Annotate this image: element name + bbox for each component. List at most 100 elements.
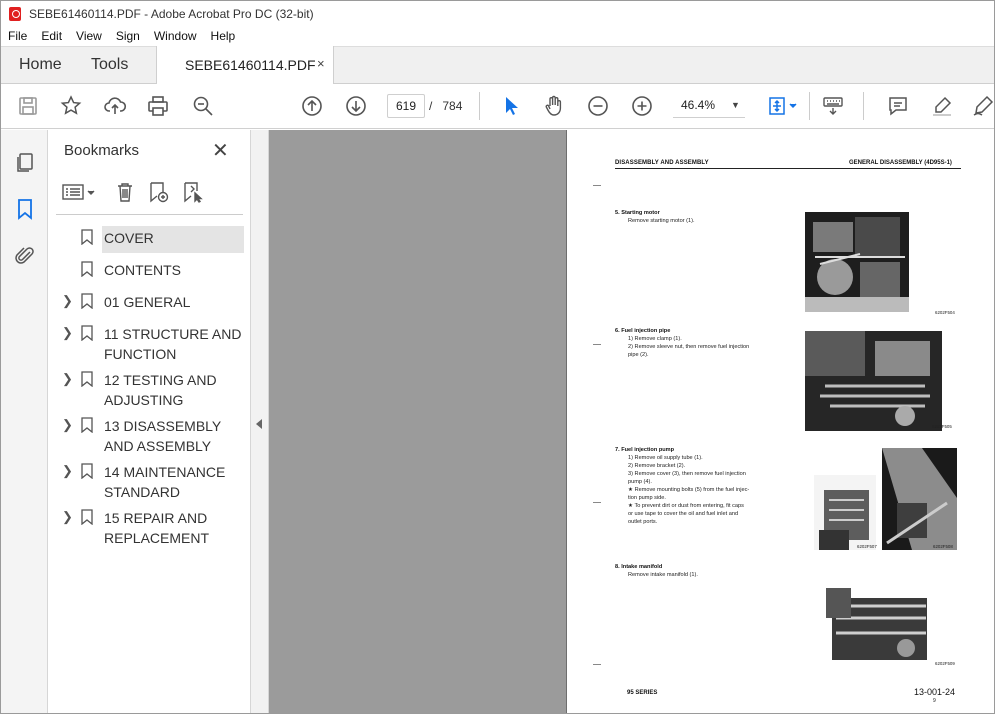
page-fit-icon[interactable] (766, 94, 802, 118)
bookmark-label: 12 TESTING AND ADJUSTING (104, 372, 217, 408)
zoom-out-icon[interactable] (586, 94, 610, 118)
step-text: Remove starting motor (1). (628, 218, 695, 224)
bookmarks-panel: Bookmarks ✕ COVER CONTENTS ❯ 01 GENERAL … (48, 130, 251, 713)
step-text: 1) Remove oil supply tube (1). (628, 455, 703, 461)
upload-share-icon[interactable] (103, 94, 127, 118)
sign-draw-icon[interactable] (971, 94, 994, 118)
page-header-right: GENERAL DISASSEMBLY (4D95S-1) (849, 160, 952, 166)
step-text: Remove intake manifold (1). (628, 572, 698, 578)
panel-collapse-handle[interactable] (251, 130, 269, 713)
step-title: 7. Fuel injection pump (615, 447, 675, 453)
bookmark-from-selection-icon[interactable] (181, 180, 205, 204)
bookmark-icon (81, 261, 93, 277)
bookmark-star-icon[interactable] (59, 94, 83, 118)
chevron-right-icon[interactable]: ❯ (62, 371, 73, 387)
margin-mark (593, 664, 601, 665)
bookmark-label: 15 REPAIR AND REPLACEMENT (104, 510, 210, 546)
window-title: SEBE61460114.PDF - Adobe Acrobat Pro DC … (29, 6, 314, 21)
photo-code: 6202F504 (935, 310, 955, 315)
chevron-right-icon[interactable]: ❯ (62, 325, 73, 341)
chevron-right-icon[interactable]: ❯ (62, 417, 73, 433)
step-text: 1) Remove clamp (1). (628, 336, 682, 342)
total-pages: 784 (442, 99, 463, 113)
menu-bar: File Edit View Sign Window Help (1, 26, 994, 46)
header-rule (615, 168, 961, 169)
chevron-right-icon[interactable]: ❯ (62, 509, 73, 525)
chevron-right-icon[interactable]: ❯ (62, 293, 73, 309)
zoom-in-icon[interactable] (630, 94, 654, 118)
search-zoom-icon[interactable] (191, 94, 215, 118)
page-footer-sub: 9 (933, 698, 936, 704)
page-footer-series: 95 SERIES (627, 690, 658, 696)
new-bookmark-icon[interactable] (147, 180, 171, 204)
previous-page-icon[interactable] (300, 94, 324, 118)
photo-starting-motor (805, 212, 909, 312)
page-footer-number: 13-001-24 (914, 687, 956, 697)
photo-intake-manifold (826, 578, 934, 668)
close-panel-icon[interactable]: ✕ (212, 138, 229, 163)
photo-code: 6202F508 (933, 544, 953, 549)
menu-sign[interactable]: Sign (109, 29, 147, 43)
menu-file[interactable]: File (1, 29, 34, 43)
toolbar-divider (863, 92, 864, 120)
save-icon[interactable] (16, 94, 40, 118)
page-thumbnails-icon[interactable] (13, 151, 37, 175)
bookmarks-toolbar (60, 180, 240, 206)
highlight-pen-icon[interactable] (930, 94, 954, 118)
bookmark-icon (81, 325, 93, 341)
step-text: ★ Remove mounting bolts (5) from the fue… (628, 487, 750, 493)
print-icon[interactable] (146, 94, 170, 118)
document-view[interactable]: DISASSEMBLY AND ASSEMBLY GENERAL DISASSE… (269, 130, 994, 713)
bookmark-label: CONTENTS (104, 262, 181, 278)
close-tab-icon[interactable]: × (317, 56, 325, 71)
hand-tool-icon[interactable] (542, 94, 566, 118)
step-title: 6. Fuel injection pipe (615, 328, 671, 334)
bookmark-item-maintenance[interactable]: ❯ 14 MAINTENANCE STANDARD (48, 459, 251, 505)
step-title: 5. Starting motor (615, 210, 660, 216)
acrobat-app-icon (9, 6, 21, 21)
tab-document[interactable]: SEBE61460114.PDF × (156, 46, 334, 85)
zoom-level-value: 46.4% (681, 98, 716, 112)
bookmark-item-testing[interactable]: ❯ 12 TESTING AND ADJUSTING (48, 367, 251, 413)
photo-code: 6202F507 (857, 544, 877, 549)
attachments-paperclip-icon[interactable] (13, 244, 37, 268)
page-separator: / (429, 99, 433, 113)
chevron-down-icon: ▼ (731, 100, 740, 110)
keyboard-read-icon[interactable] (821, 94, 845, 118)
comment-icon[interactable] (886, 94, 910, 118)
step-text: 3) Remove cover (3), then remove fuel in… (628, 471, 746, 477)
bookmark-item-repair[interactable]: ❯ 15 REPAIR AND REPLACEMENT (48, 505, 251, 551)
delete-bookmark-icon[interactable] (113, 180, 137, 204)
bookmark-item-disassembly[interactable]: ❯ 13 DISASSEMBLY AND ASSEMBLY (48, 413, 251, 459)
navigation-rail (1, 130, 48, 713)
tab-tools[interactable]: Tools (91, 56, 128, 74)
step-text: tion pump side. (628, 495, 666, 501)
step-text: pump (4). (628, 479, 652, 485)
bookmark-icon (81, 293, 93, 309)
chevron-right-icon[interactable]: ❯ (62, 463, 73, 479)
menu-edit[interactable]: Edit (34, 29, 69, 43)
bookmark-label: 14 MAINTENANCE STANDARD (104, 464, 226, 500)
bookmark-item-general[interactable]: ❯ 01 GENERAL (48, 289, 251, 321)
bookmark-item-structure[interactable]: ❯ 11 STRUCTURE AND FUNCTION (48, 321, 251, 367)
bookmarks-list: COVER CONTENTS ❯ 01 GENERAL ❯ 11 STRUCTU… (48, 225, 251, 551)
bookmark-icon (81, 509, 93, 525)
tab-document-label: SEBE61460114.PDF (185, 57, 316, 73)
toolbar-divider (809, 92, 810, 120)
next-page-icon[interactable] (344, 94, 368, 118)
bookmark-item-contents[interactable]: CONTENTS (48, 257, 251, 289)
menu-help[interactable]: Help (204, 29, 243, 43)
panel-divider (56, 214, 243, 215)
zoom-level-select[interactable]: 46.4% ▼ (673, 94, 745, 118)
menu-view[interactable]: View (69, 29, 109, 43)
tab-home[interactable]: Home (19, 56, 62, 74)
bookmark-options-icon[interactable] (60, 180, 100, 204)
bookmarks-panel-icon[interactable] (13, 197, 37, 221)
step-text: ★ To prevent dirt or dust from entering,… (628, 503, 744, 509)
select-cursor-icon[interactable] (499, 94, 523, 118)
margin-mark (593, 185, 601, 186)
current-page-input[interactable]: 619 (387, 94, 425, 118)
bookmark-item-cover[interactable]: COVER (48, 225, 251, 257)
menu-window[interactable]: Window (147, 29, 204, 43)
pdf-page: DISASSEMBLY AND ASSEMBLY GENERAL DISASSE… (566, 130, 994, 713)
